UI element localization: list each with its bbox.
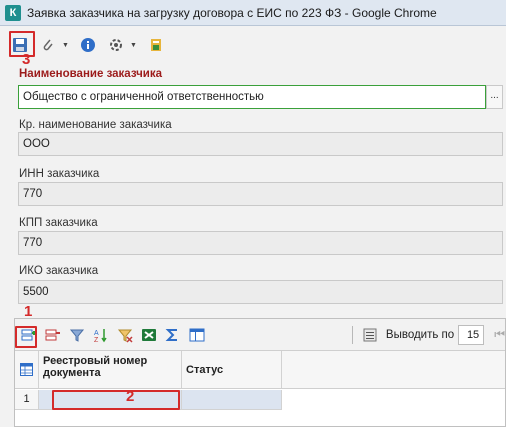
export-excel-button[interactable] (139, 325, 159, 345)
paperclip-icon (43, 39, 53, 51)
columns-button[interactable] (187, 325, 207, 345)
gear-icon (109, 39, 122, 51)
short-name-field[interactable]: ООО (18, 132, 503, 156)
row-selector-header[interactable] (15, 351, 39, 388)
settings-dropdown-chevron-icon[interactable]: ▼ (130, 42, 137, 49)
svg-text:A: A (94, 330, 99, 337)
annotation-step-3: 3 (22, 51, 31, 68)
kpp-field[interactable]: 770 (18, 231, 503, 255)
documents-grid-panel: A Z Выводить по 15 ⏮ Реестровый номер до… (14, 318, 506, 427)
first-page-icon[interactable]: ⏮ (494, 327, 505, 342)
settings-button[interactable] (105, 34, 127, 56)
iko-field[interactable]: 5500 (18, 280, 503, 304)
info-icon (80, 38, 95, 52)
per-page-input[interactable]: 15 (458, 324, 485, 345)
sort-az-icon: A Z (94, 328, 107, 343)
excel-icon (142, 328, 156, 341)
inn-label: ИНН заказчика (19, 168, 100, 180)
filter-icon (69, 329, 85, 342)
column-header-status[interactable]: Статус (182, 351, 282, 388)
reference-book-button[interactable] (145, 34, 167, 56)
sum-button[interactable] (163, 325, 183, 345)
column-header-reg-number[interactable]: Реестровый номер документа (39, 351, 182, 388)
filter-button[interactable] (67, 325, 87, 345)
status-cell[interactable] (182, 390, 282, 410)
name-label: Наименование заказчика (19, 68, 162, 80)
window-title: Заявка заказчика на загрузку договора с … (27, 5, 437, 20)
per-page-label: Выводить по (385, 328, 455, 341)
book-icon (150, 39, 161, 51)
grid-toolbar-separator (351, 325, 353, 344)
sum-icon (165, 328, 177, 341)
highlight-add-row-button (15, 326, 37, 348)
sort-button[interactable]: A Z (91, 325, 111, 345)
inn-field[interactable]: 770 (18, 182, 503, 206)
annotation-step-2: 2 (126, 388, 135, 405)
columns-icon (189, 328, 205, 341)
name-field[interactable]: Общество с ограниченной ответственностью (18, 85, 486, 109)
row-number: 1 (15, 390, 39, 410)
annotation-step-1: 1 (24, 303, 33, 320)
delete-row-icon (45, 329, 60, 340)
iko-label: ИКО заказчика (19, 265, 99, 277)
main-toolbar: ▼ ▼ (0, 30, 506, 60)
filter-clear-icon (117, 329, 133, 343)
grid-table-icon (20, 363, 33, 376)
attach-dropdown-chevron-icon[interactable]: ▼ (62, 42, 69, 49)
page-settings-icon (363, 328, 377, 341)
delete-row-button[interactable] (43, 325, 63, 345)
short-name-label: Кр. наименование заказчика (19, 119, 172, 131)
highlight-reg-number-cell (52, 390, 180, 410)
grid-toolbar: A Z Выводить по 15 ⏮ (15, 319, 505, 351)
grid-header: Реестровый номер документа Статус (15, 351, 505, 389)
page-settings-button[interactable] (360, 325, 380, 345)
info-button[interactable] (77, 34, 99, 56)
name-lookup-button[interactable]: ... (486, 85, 503, 109)
attach-button[interactable] (37, 34, 59, 56)
app-logo-icon: К (5, 4, 21, 21)
window-titlebar: К Заявка заказчика на загрузку договора … (0, 0, 506, 26)
clear-filter-button[interactable] (115, 325, 135, 345)
svg-text:Z: Z (94, 337, 99, 343)
kpp-label: КПП заказчика (19, 217, 98, 229)
